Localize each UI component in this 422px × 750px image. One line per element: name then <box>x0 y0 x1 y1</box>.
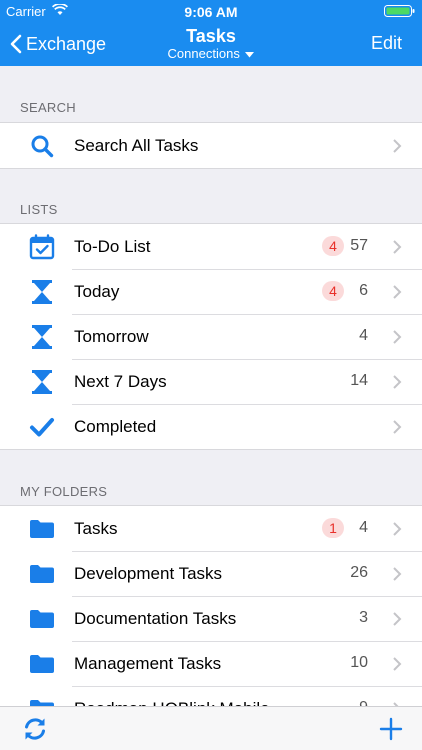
row-label: To-Do List <box>74 237 151 256</box>
chevron-right-icon <box>393 612 402 626</box>
row-label: Tomorrow <box>74 327 149 346</box>
task-count: 4 <box>359 519 368 536</box>
list-item-todo[interactable]: To-Do List 4 57 <box>0 224 422 269</box>
row-label: Development Tasks <box>74 564 223 583</box>
row-label: Documentation Tasks <box>74 609 237 628</box>
row-label: Search All Tasks <box>74 136 199 155</box>
task-count: 3 <box>359 609 368 626</box>
section-title: LISTS <box>20 202 58 217</box>
connections-dropdown[interactable]: Connections <box>0 46 422 61</box>
lists-group: To-Do List 4 57 Today 4 6 Tomorrow 4 Nex… <box>0 223 422 450</box>
folder-item-development-tasks[interactable]: Development Tasks 26 <box>0 551 422 596</box>
task-count: 10 <box>350 654 368 671</box>
list-item-completed[interactable]: Completed <box>0 404 422 449</box>
search-group: Search All Tasks <box>0 122 422 169</box>
chevron-right-icon <box>393 285 402 299</box>
lists-section-header: LISTS <box>0 168 422 224</box>
hourglass-icon <box>28 324 56 350</box>
subtitle-label: Connections <box>167 46 240 61</box>
folders-section-header: MY FOLDERS <box>0 450 422 506</box>
folder-item-management-tasks[interactable]: Management Tasks 10 <box>0 641 422 686</box>
navigation-header: Carrier 9:06 AM Exchange Tasks Connectio… <box>0 0 422 66</box>
overdue-badge: 4 <box>322 281 344 301</box>
search-all-tasks-row[interactable]: Search All Tasks <box>0 123 422 168</box>
task-count: 26 <box>350 564 368 581</box>
calendar-check-icon <box>28 234 56 260</box>
list-item-next-7-days[interactable]: Next 7 Days 14 <box>0 359 422 404</box>
chevron-right-icon <box>393 522 402 536</box>
task-count: 4 <box>359 327 368 344</box>
chevron-right-icon <box>393 139 402 153</box>
plus-icon[interactable] <box>378 716 404 742</box>
list-item-tomorrow[interactable]: Tomorrow 4 <box>0 314 422 359</box>
battery-icon <box>384 5 416 17</box>
row-label: Next 7 Days <box>74 372 167 391</box>
search-icon <box>28 133 56 159</box>
overdue-badge: 1 <box>322 518 344 538</box>
row-label: Today <box>74 282 120 301</box>
chevron-right-icon <box>393 420 402 434</box>
chevron-right-icon <box>393 567 402 581</box>
folder-icon <box>28 516 56 542</box>
checkmark-icon <box>28 414 56 440</box>
hourglass-icon <box>28 369 56 395</box>
chevron-right-icon <box>393 240 402 254</box>
folders-group: Tasks 1 4 Development Tasks 26 Documenta… <box>0 505 422 732</box>
section-title: SEARCH <box>20 100 76 115</box>
folder-item-documentation-tasks[interactable]: Documentation Tasks 3 <box>0 596 422 641</box>
folder-icon <box>28 606 56 632</box>
folder-icon <box>28 651 56 677</box>
folder-item-tasks[interactable]: Tasks 1 4 <box>0 506 422 551</box>
list-item-today[interactable]: Today 4 6 <box>0 269 422 314</box>
section-title: MY FOLDERS <box>20 484 108 499</box>
chevron-right-icon <box>393 330 402 344</box>
chevron-right-icon <box>393 375 402 389</box>
folder-icon <box>28 561 56 587</box>
caret-down-icon <box>245 51 255 58</box>
row-label: Tasks <box>74 519 118 538</box>
overdue-badge: 4 <box>322 236 344 256</box>
clock: 9:06 AM <box>184 4 238 20</box>
status-bar: Carrier 9:06 AM <box>0 0 422 22</box>
bottom-toolbar <box>0 706 422 750</box>
chevron-right-icon <box>393 657 402 671</box>
page-title: Tasks <box>186 26 236 46</box>
task-count: 6 <box>359 282 368 299</box>
row-label: Completed <box>74 417 157 436</box>
task-count: 57 <box>350 237 368 254</box>
edit-button[interactable]: Edit <box>371 33 402 54</box>
search-section-header: SEARCH <box>0 66 422 122</box>
sync-icon[interactable] <box>22 716 48 742</box>
row-label: Management Tasks <box>74 654 222 673</box>
hourglass-icon <box>28 279 56 305</box>
task-count: 14 <box>350 372 368 389</box>
